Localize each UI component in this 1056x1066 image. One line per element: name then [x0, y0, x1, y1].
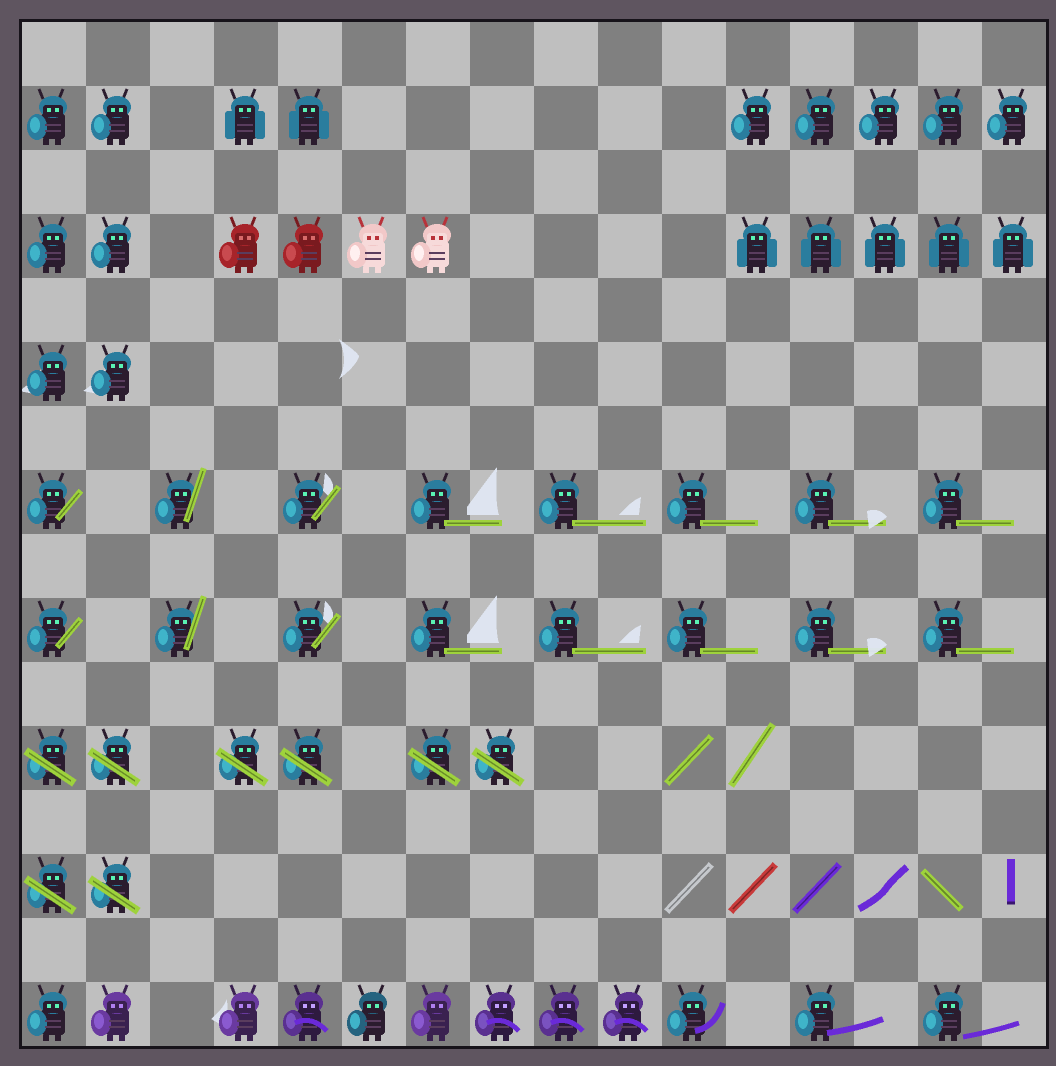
sprite-guard-r11-c6: [403, 723, 467, 787]
sprite-guard-r11-c4: [275, 723, 339, 787]
sprite-scythe-a-r15-c10: [659, 979, 726, 1043]
sprite-scythe-c-r15-c14: [915, 979, 1020, 1043]
sprite-purple-claw-r15-c8: [531, 979, 595, 1043]
sprite-sword-purple-curved-r13-c13: [851, 851, 915, 915]
sprite-attack-thrust-fx-tip-r9-c12: [787, 595, 887, 659]
sprite-purple-crouch-r15-c1: [83, 979, 147, 1043]
sprite-idle-side-dark-r15-c5: [339, 979, 403, 1043]
sprite-sword-grey-r13-c10: [659, 851, 723, 915]
sprite-attack-up-fx-r7-c4: [275, 467, 342, 531]
sprite-sword-green-r11-c10: [659, 723, 723, 787]
sprite-idle-front-r3-c15: [979, 211, 1043, 275]
sprite-attack-thrust-fx-tip-r7-c12: [787, 467, 887, 531]
sprite-guard-r13-c0: [22, 851, 83, 915]
sprite-idle-front-r1-c3: [211, 83, 275, 147]
sprite-idle-side-r1-c11: [723, 83, 787, 147]
sprite-sword-purple-upright-r13-c15: [979, 851, 1043, 915]
sprite-idle-side-r1-c12: [787, 83, 851, 147]
sprite-sword-red-r13-c11: [723, 851, 787, 915]
sprite-attack-thrust-r9-c10: [659, 595, 758, 659]
sprite-guard-r11-c3: [211, 723, 275, 787]
sprite-idle-front-r3-c13: [851, 211, 915, 275]
sprite-attack-up-r9-c2: [147, 595, 211, 659]
sprite-scythe-b-r15-c12: [787, 979, 885, 1043]
sprite-ghost-pink-r3-c6: [403, 211, 467, 275]
sprite-ghost-pink-r3-c5: [339, 211, 403, 275]
sprite-sword-purple-r13-c12: [787, 851, 851, 915]
sprite-attack-thrust-fx-small-r9-c8: [531, 595, 646, 659]
sprite-purple-claw-r15-c9: [595, 979, 659, 1043]
sprite-sheet-canvas: [19, 19, 1049, 1049]
sprite-idle-side-r1-c1: [83, 83, 147, 147]
sprite-idle-side-r1-c0: [22, 83, 83, 147]
sprite-idle-side-r15-c0: [22, 979, 83, 1043]
sprite-attack-diag-r7-c0: [22, 467, 84, 531]
sprite-guard-r11-c7: [467, 723, 531, 787]
sprite-guard-r11-c1: [83, 723, 147, 787]
sprite-attack-thrust-r9-c14: [915, 595, 1014, 659]
sprite-hurt-red-r3-c3: [211, 211, 275, 275]
sprite-attack-diag-r9-c0: [22, 595, 84, 659]
sprite-idle-front-r1-c4: [275, 83, 339, 147]
sprite-idle-side-r3-c0: [22, 211, 83, 275]
sprite-idle-front-r3-c14: [915, 211, 979, 275]
sprite-purple-claw-r15-c4: [275, 979, 339, 1043]
sprite-idle-front-r3-c12: [787, 211, 851, 275]
sprite-purple-claw-r15-c7: [467, 979, 531, 1043]
sprite-attack-up-fx-r9-c4: [275, 595, 342, 659]
sprite-attack-up-r7-c2: [147, 467, 211, 531]
sprite-purple-crouch-r15-c6: [403, 979, 467, 1043]
sprite-purple-burst-r15-c3: [211, 979, 275, 1043]
sprite-attack-thrust-fx-r9-c6: [403, 595, 502, 659]
sprite-idle-front-r3-c11: [723, 211, 787, 275]
sprite-dash-r5-c1: [83, 339, 147, 403]
sprite-guard-r13-c1: [83, 851, 147, 915]
sprite-idle-side-r3-c1: [83, 211, 147, 275]
sprite-sword-green-short-r13-c14: [915, 851, 979, 915]
sprite-dash-r5-c0: [22, 339, 83, 403]
sprite-attack-thrust-fx-small-r7-c8: [531, 467, 646, 531]
sprite-sword-green-long-r11-c11: [723, 722, 787, 788]
sprite-guard-r11-c0: [22, 723, 83, 787]
sprite-hurt-red-r3-c4: [275, 211, 339, 275]
sprite-attack-thrust-r7-c14: [915, 467, 1014, 531]
sprite-idle-side-r1-c13: [851, 83, 915, 147]
sprite-attack-thrust-r7-c10: [659, 467, 758, 531]
sprite-slash-fx-r5-c5: [339, 339, 403, 403]
sprite-idle-side-r1-c14: [915, 83, 979, 147]
sprite-attack-thrust-fx-r7-c6: [403, 467, 502, 531]
sprite-idle-side-r1-c15: [979, 83, 1043, 147]
